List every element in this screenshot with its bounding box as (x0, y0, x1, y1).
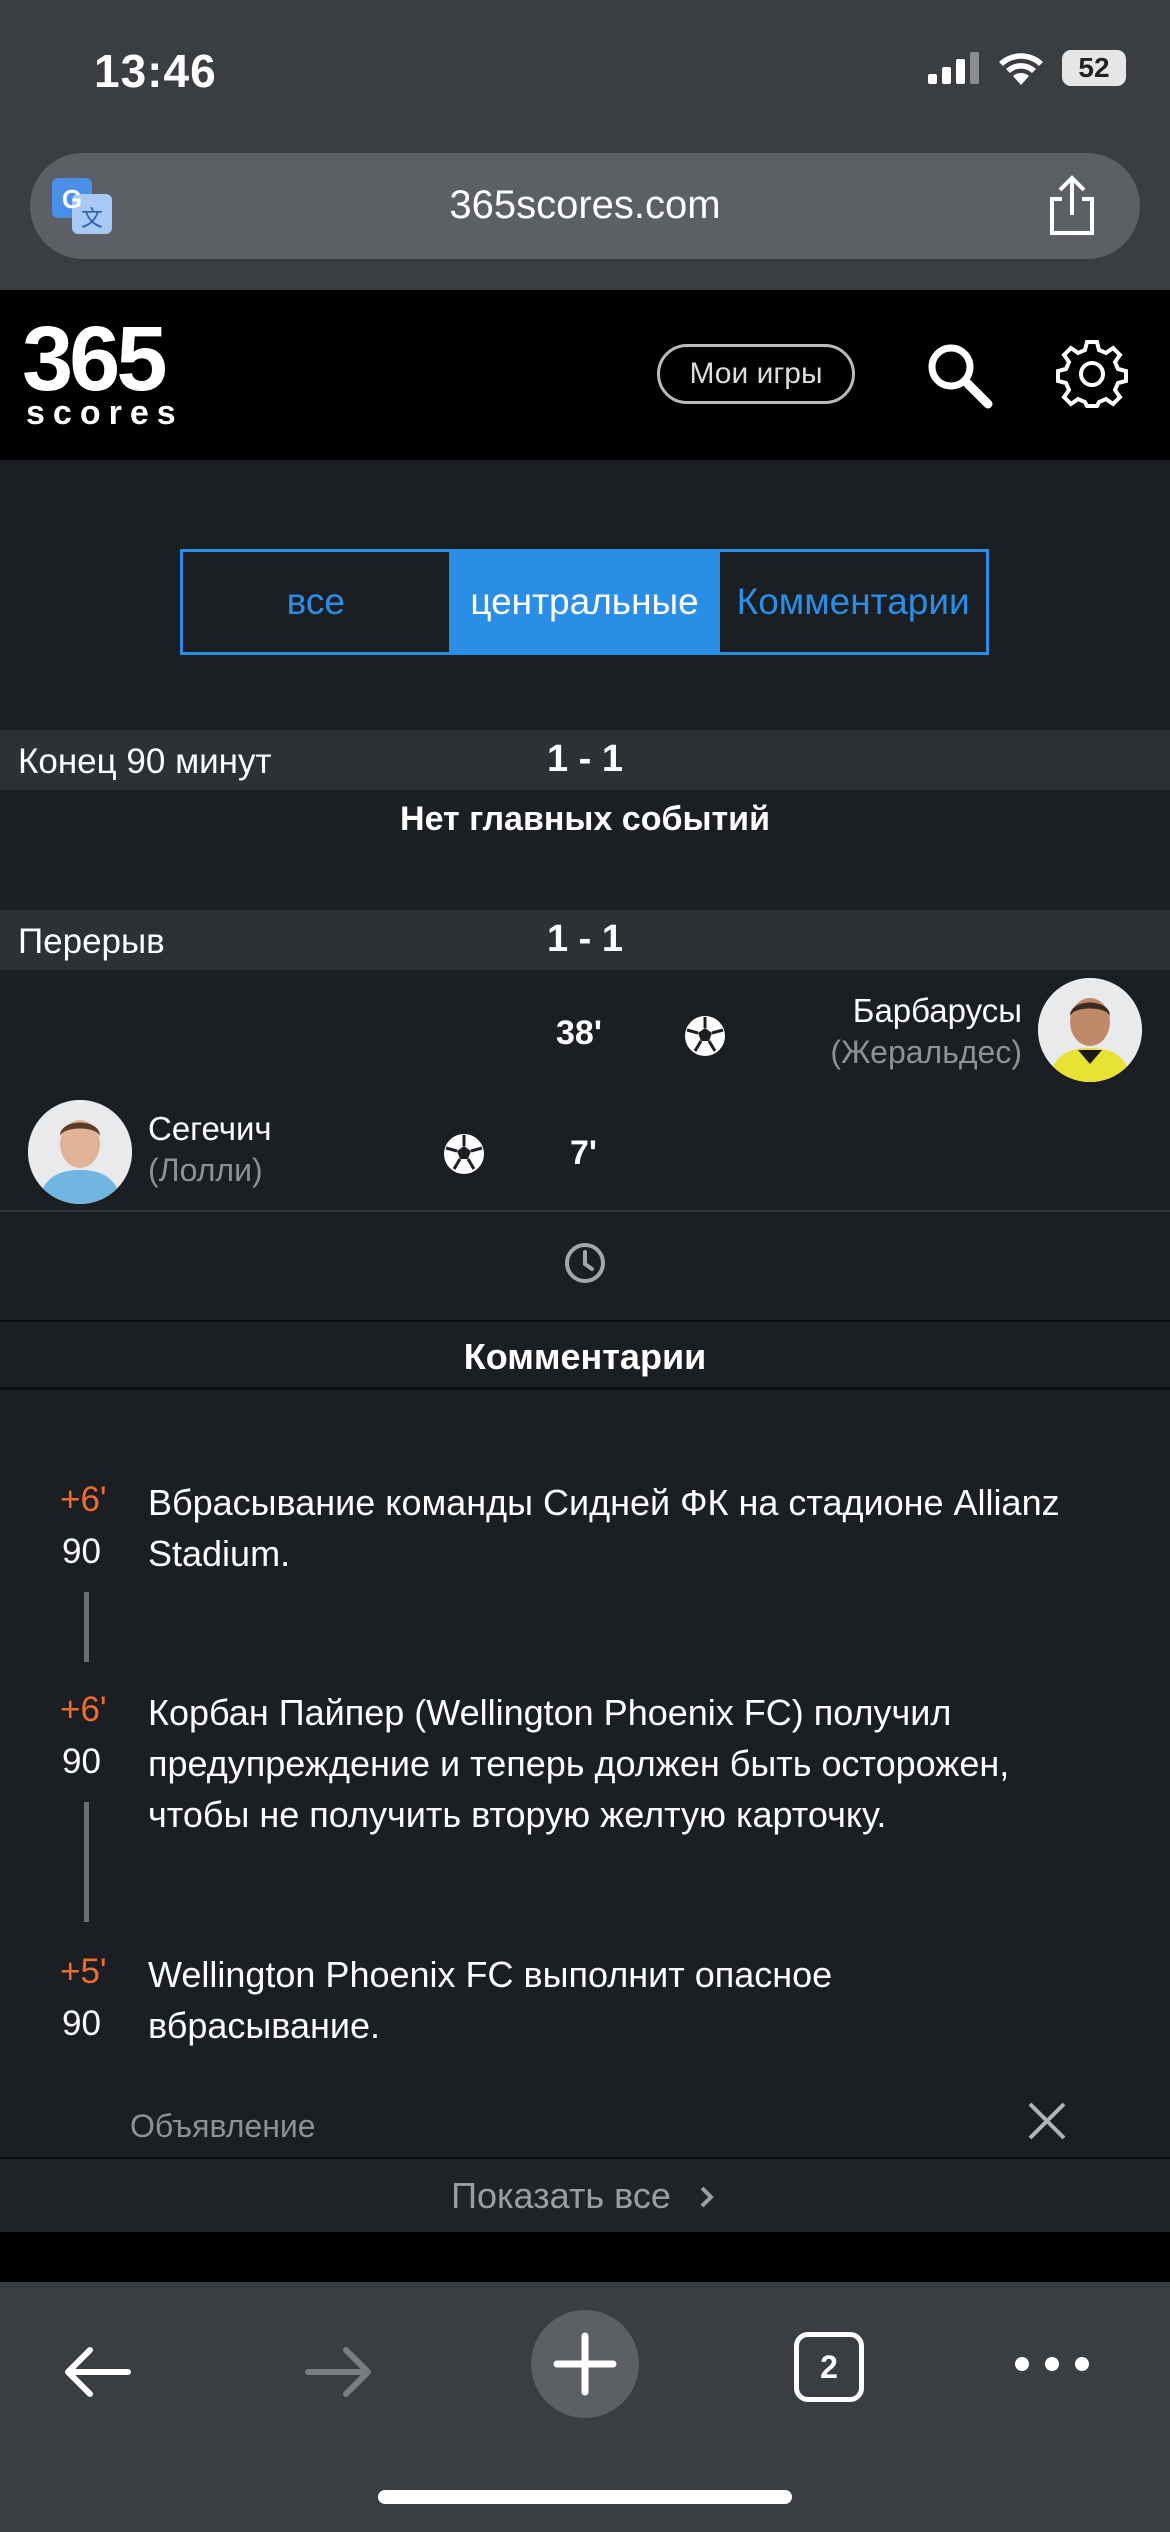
home-indicator (378, 2490, 792, 2504)
commentary-header: Комментарии (0, 1320, 1170, 1390)
share-icon[interactable] (1044, 175, 1100, 237)
show-all-label: Показать все (451, 2175, 671, 2216)
wifi-icon (999, 53, 1043, 85)
player-avatar[interactable] (1038, 978, 1142, 1082)
tab-switcher: все центральные Комментарии (180, 549, 989, 655)
tab-commentary[interactable]: Комментарии (717, 552, 986, 652)
my-games-button[interactable]: Мои игры (657, 344, 855, 404)
period-header-half-time: Перерыв 1 - 1 (0, 910, 1170, 970)
period-score: 1 - 1 (546, 918, 624, 960)
event-assist: (Лолли) (148, 1152, 263, 1188)
event-minute: 38' (556, 1014, 602, 1052)
show-all-button[interactable]: Показать все (0, 2157, 1170, 2231)
clock-icon (565, 1243, 605, 1283)
divider (0, 1210, 1170, 1212)
url-bar[interactable]: G 文 365scores.com (30, 153, 1140, 259)
commentary-text: Wellington Phoenix FC выполнит опасное в… (148, 1954, 833, 2046)
365scores-logo[interactable]: 365 scores (22, 316, 212, 428)
forward-arrow-icon[interactable] (304, 2340, 376, 2404)
event-player: Сегечич (148, 1110, 272, 1147)
commentary-extra-time: +6' (60, 1480, 107, 1519)
tab-count-button[interactable]: 2 (794, 2332, 864, 2402)
event-row[interactable]: Сегечич (Лолли) 7' (0, 1090, 1170, 1210)
new-tab-button[interactable] (531, 2310, 639, 2418)
close-icon[interactable] (1024, 2098, 1070, 2144)
commentary-text: Вбрасывание команды Сидней ФК на стадион… (148, 1482, 1060, 1574)
commentary-extra-time: +5' (60, 1952, 107, 1991)
commentary-minute: 90 (62, 2004, 101, 2043)
goal-ball-icon (685, 1016, 725, 1056)
url-text[interactable]: 365scores.com (30, 183, 1140, 228)
commentary-extra-time: +6' (60, 1690, 107, 1729)
svg-text:scores: scores (26, 394, 184, 428)
gear-icon[interactable] (1056, 338, 1128, 410)
tab-all[interactable]: все (183, 552, 449, 652)
goal-ball-icon (444, 1134, 484, 1174)
event-assist: (Жеральдес) (830, 1034, 1022, 1070)
status-time: 13:46 (94, 45, 217, 97)
player-avatar[interactable] (28, 1100, 132, 1204)
event-minute: 7' (570, 1134, 597, 1172)
divider (0, 2232, 1170, 2282)
no-events-message: Нет главных событий (400, 800, 770, 838)
browser-chrome: 13:46 52 G 文 365scores.com (0, 0, 1170, 290)
tab-key-events[interactable]: центральные (448, 552, 718, 652)
period-header-full-time: Конец 90 минут 1 - 1 (0, 730, 1170, 790)
event-player: Барбарусы (852, 992, 1022, 1029)
signal-icon (928, 52, 979, 84)
plus-icon (553, 2332, 617, 2396)
search-icon[interactable] (924, 340, 994, 410)
status-icons: 52 (928, 50, 1126, 86)
period-score: 1 - 1 (546, 738, 624, 780)
back-arrow-icon[interactable] (60, 2340, 132, 2404)
event-row[interactable]: 38' Барбарусы (Жеральдес) (0, 972, 1170, 1090)
commentary-text: Корбан Пайпер (Wellington Phoenix FC) по… (148, 1692, 1010, 1835)
battery-indicator: 52 (1062, 50, 1126, 86)
site-header: 365 scores Мои игры (0, 290, 1170, 460)
more-icon[interactable] (1012, 2354, 1092, 2374)
ad-label: Объявление (130, 2108, 316, 2144)
commentary-minute: 90 (62, 1742, 101, 1781)
commentary-minute: 90 (62, 1532, 101, 1571)
chevron-right-icon (700, 2186, 714, 2208)
timeline-connector (84, 1802, 89, 1922)
timeline-connector (84, 1592, 89, 1662)
commentary-title: Комментарии (463, 1336, 707, 1377)
